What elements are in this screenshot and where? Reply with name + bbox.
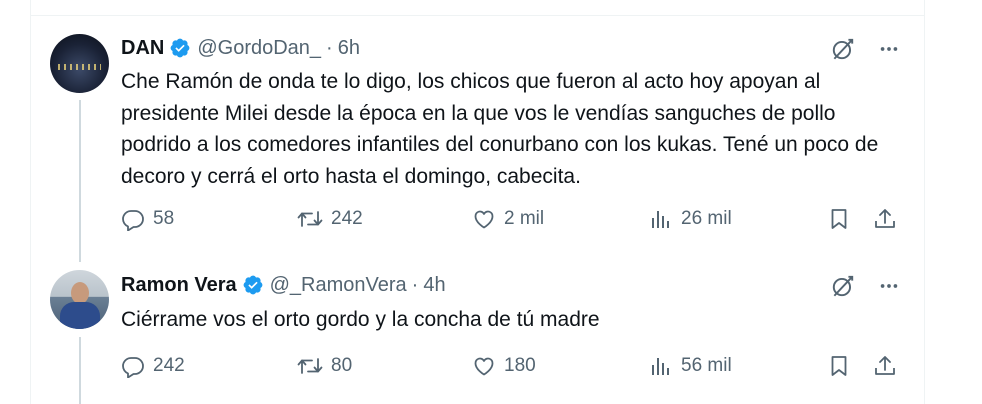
- like-button[interactable]: 2 mil: [472, 204, 544, 234]
- views-button[interactable]: 26 mil: [649, 204, 732, 234]
- retweet-count: 80: [331, 355, 353, 376]
- author-handle[interactable]: @_RamonVera: [270, 274, 407, 297]
- views-count: 56 mil: [681, 355, 732, 376]
- reply-button[interactable]: 58: [121, 204, 174, 234]
- avatar-image-body: [60, 302, 100, 329]
- timeline-right-border: [924, 0, 925, 404]
- like-count: 180: [504, 355, 536, 376]
- thread-line: [79, 100, 81, 262]
- thread-line: [79, 337, 81, 404]
- tweet-top-actions: [830, 36, 900, 62]
- tweet-action-bar: 242 80 180 56 mil: [121, 351, 911, 381]
- grok-icon[interactable]: [830, 36, 856, 62]
- views-icon: [652, 358, 669, 375]
- tweet-header: DAN @GordoDan_ · 6h: [121, 36, 360, 60]
- author-name[interactable]: Ramon Vera: [121, 274, 237, 297]
- tweet[interactable]: Ramon Vera @_RamonVera · 4h Ciérrame vos…: [31, 259, 924, 404]
- retweet-icon: [297, 358, 323, 374]
- views-button[interactable]: 56 mil: [649, 351, 732, 381]
- avatar[interactable]: [50, 270, 109, 329]
- bookmark-button[interactable]: [827, 351, 859, 381]
- retweet-button[interactable]: 242: [297, 204, 363, 234]
- retweet-button[interactable]: 80: [297, 351, 352, 381]
- reply-count: 58: [153, 208, 175, 229]
- share-icon: [875, 356, 895, 375]
- tweet-text: Che Ramón de onda te lo digo, los chicos…: [121, 70, 879, 188]
- tweet-action-bar: 58 242 2 mil 26 mil: [121, 204, 911, 234]
- bookmark-button[interactable]: [827, 204, 859, 234]
- bookmark-icon: [831, 209, 847, 229]
- reply-icon: [122, 210, 144, 231]
- views-icon: [652, 211, 669, 228]
- share-button[interactable]: [873, 351, 905, 381]
- like-icon: [474, 210, 494, 229]
- tweet-time[interactable]: 6h: [338, 37, 360, 60]
- reply-count: 242: [153, 355, 185, 376]
- author-name[interactable]: DAN: [121, 37, 164, 60]
- separator-dot: ·: [326, 36, 333, 59]
- separator-dot: ·: [411, 273, 419, 296]
- reply-icon: [122, 357, 144, 378]
- reply-button[interactable]: 242: [121, 351, 185, 381]
- share-icon: [875, 209, 895, 228]
- more-icon[interactable]: [878, 275, 900, 297]
- tweet-text: Ciérrame vos el orto gordo y la concha d…: [121, 308, 600, 331]
- grok-icon[interactable]: [830, 273, 856, 299]
- tweet[interactable]: DAN @GordoDan_ · 6h Che Ramón de onda te…: [31, 16, 924, 262]
- retweet-icon: [297, 211, 323, 227]
- like-icon: [474, 357, 494, 376]
- views-count: 26 mil: [681, 208, 732, 229]
- tweet-header: Ramon Vera @_RamonVera · 4h: [121, 273, 446, 297]
- avatar-image: [58, 64, 101, 70]
- retweet-count: 242: [331, 208, 363, 229]
- like-count: 2 mil: [504, 208, 545, 229]
- more-icon[interactable]: [878, 38, 900, 60]
- tweet-time[interactable]: 4h: [423, 274, 445, 297]
- avatar[interactable]: [50, 34, 109, 93]
- avatar-image: [71, 282, 89, 304]
- author-handle[interactable]: @GordoDan_: [197, 37, 321, 60]
- bookmark-icon: [831, 356, 847, 376]
- tweet-top-actions: [830, 273, 900, 299]
- share-button[interactable]: [873, 204, 905, 234]
- verified-badge-icon: [170, 38, 190, 58]
- like-button[interactable]: 180: [472, 351, 536, 381]
- verified-badge-icon: [243, 275, 263, 295]
